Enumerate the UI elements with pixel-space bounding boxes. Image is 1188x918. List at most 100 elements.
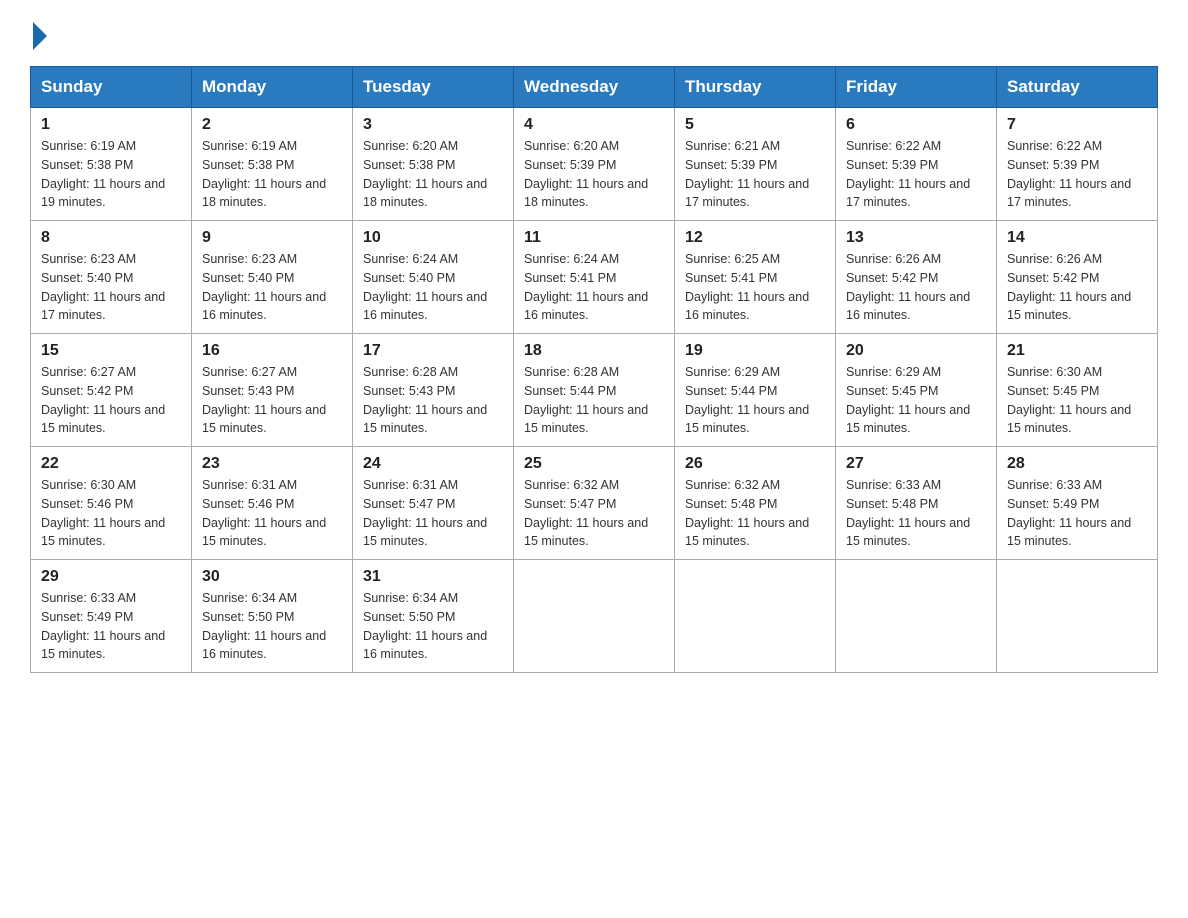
calendar-cell: 9 Sunrise: 6:23 AMSunset: 5:40 PMDaylight… (192, 221, 353, 334)
weekday-header-row: SundayMondayTuesdayWednesdayThursdayFrid… (31, 67, 1158, 108)
day-number: 18 (524, 342, 664, 360)
day-number: 1 (41, 116, 181, 134)
day-info: Sunrise: 6:26 AMSunset: 5:42 PMDaylight:… (846, 250, 986, 325)
logo (30, 20, 51, 48)
weekday-header-thursday: Thursday (675, 67, 836, 108)
calendar-cell: 7 Sunrise: 6:22 AMSunset: 5:39 PMDaylight… (997, 108, 1158, 221)
day-info: Sunrise: 6:20 AMSunset: 5:38 PMDaylight:… (363, 137, 503, 212)
weekday-header-monday: Monday (192, 67, 353, 108)
day-number: 11 (524, 229, 664, 247)
calendar-cell (836, 560, 997, 673)
day-info: Sunrise: 6:19 AMSunset: 5:38 PMDaylight:… (202, 137, 342, 212)
weekday-header-sunday: Sunday (31, 67, 192, 108)
calendar-cell: 6Sunrise: 6:22 AMSunset: 5:39 PMDaylight… (836, 108, 997, 221)
day-info: Sunrise: 6:30 AMSunset: 5:46 PMDaylight:… (41, 476, 181, 551)
day-info: Sunrise: 6:33 AMSunset: 5:49 PMDaylight:… (1007, 476, 1147, 551)
day-info: Sunrise: 6:29 AMSunset: 5:44 PMDaylight:… (685, 363, 825, 438)
calendar-cell (514, 560, 675, 673)
calendar-week-2: 8 Sunrise: 6:23 AMSunset: 5:40 PMDaylight… (31, 221, 1158, 334)
day-info: Sunrise: 6:28 AMSunset: 5:44 PMDaylight:… (524, 363, 664, 438)
day-number: 13 (846, 229, 986, 247)
calendar-cell: 17 Sunrise: 6:28 AMSunset: 5:43 PMDayligh… (353, 334, 514, 447)
day-number: 9 (202, 229, 342, 247)
day-info: Sunrise: 6:33 AMSunset: 5:48 PMDaylight:… (846, 476, 986, 551)
day-number: 4 (524, 116, 664, 134)
calendar-cell: 3 Sunrise: 6:20 AMSunset: 5:38 PMDaylight… (353, 108, 514, 221)
calendar-cell: 1 Sunrise: 6:19 AMSunset: 5:38 PMDaylight… (31, 108, 192, 221)
calendar-cell: 21 Sunrise: 6:30 AMSunset: 5:45 PMDayligh… (997, 334, 1158, 447)
calendar-week-4: 22Sunrise: 6:30 AMSunset: 5:46 PMDayligh… (31, 447, 1158, 560)
weekday-header-wednesday: Wednesday (514, 67, 675, 108)
day-info: Sunrise: 6:29 AMSunset: 5:45 PMDaylight:… (846, 363, 986, 438)
day-info: Sunrise: 6:25 AMSunset: 5:41 PMDaylight:… (685, 250, 825, 325)
day-number: 8 (41, 229, 181, 247)
day-number: 17 (363, 342, 503, 360)
day-number: 2 (202, 116, 342, 134)
calendar-cell: 11 Sunrise: 6:24 AMSunset: 5:41 PMDayligh… (514, 221, 675, 334)
calendar-cell: 4 Sunrise: 6:20 AMSunset: 5:39 PMDaylight… (514, 108, 675, 221)
calendar-cell: 25Sunrise: 6:32 AMSunset: 5:47 PMDayligh… (514, 447, 675, 560)
day-number: 14 (1007, 229, 1147, 247)
calendar-cell (997, 560, 1158, 673)
calendar-week-3: 15 Sunrise: 6:27 AMSunset: 5:42 PMDayligh… (31, 334, 1158, 447)
day-number: 31 (363, 568, 503, 586)
day-number: 12 (685, 229, 825, 247)
day-number: 10 (363, 229, 503, 247)
logo-triangle-icon (33, 22, 47, 50)
day-info: Sunrise: 6:34 AMSunset: 5:50 PMDaylight:… (363, 589, 503, 664)
calendar-cell: 13 Sunrise: 6:26 AMSunset: 5:42 PMDayligh… (836, 221, 997, 334)
day-number: 21 (1007, 342, 1147, 360)
calendar-cell: 20Sunrise: 6:29 AMSunset: 5:45 PMDayligh… (836, 334, 997, 447)
calendar-cell: 26 Sunrise: 6:32 AMSunset: 5:48 PMDayligh… (675, 447, 836, 560)
calendar-cell: 14 Sunrise: 6:26 AMSunset: 5:42 PMDayligh… (997, 221, 1158, 334)
day-number: 5 (685, 116, 825, 134)
day-number: 28 (1007, 455, 1147, 473)
calendar-cell: 29 Sunrise: 6:33 AMSunset: 5:49 PMDayligh… (31, 560, 192, 673)
calendar-cell: 31 Sunrise: 6:34 AMSunset: 5:50 PMDayligh… (353, 560, 514, 673)
day-info: Sunrise: 6:19 AMSunset: 5:38 PMDaylight:… (41, 137, 181, 212)
calendar-cell: 5 Sunrise: 6:21 AMSunset: 5:39 PMDaylight… (675, 108, 836, 221)
day-number: 25 (524, 455, 664, 473)
day-number: 26 (685, 455, 825, 473)
day-number: 29 (41, 568, 181, 586)
calendar-cell (675, 560, 836, 673)
page-header (30, 20, 1158, 48)
day-number: 6 (846, 116, 986, 134)
day-info: Sunrise: 6:27 AMSunset: 5:42 PMDaylight:… (41, 363, 181, 438)
calendar-cell: 18 Sunrise: 6:28 AMSunset: 5:44 PMDayligh… (514, 334, 675, 447)
day-info: Sunrise: 6:26 AMSunset: 5:42 PMDaylight:… (1007, 250, 1147, 325)
day-info: Sunrise: 6:21 AMSunset: 5:39 PMDaylight:… (685, 137, 825, 212)
day-info: Sunrise: 6:20 AMSunset: 5:39 PMDaylight:… (524, 137, 664, 212)
day-info: Sunrise: 6:30 AMSunset: 5:45 PMDaylight:… (1007, 363, 1147, 438)
day-number: 16 (202, 342, 342, 360)
calendar-week-5: 29 Sunrise: 6:33 AMSunset: 5:49 PMDayligh… (31, 560, 1158, 673)
day-info: Sunrise: 6:31 AMSunset: 5:47 PMDaylight:… (363, 476, 503, 551)
day-info: Sunrise: 6:34 AMSunset: 5:50 PMDaylight:… (202, 589, 342, 664)
day-number: 7 (1007, 116, 1147, 134)
day-info: Sunrise: 6:31 AMSunset: 5:46 PMDaylight:… (202, 476, 342, 551)
day-number: 30 (202, 568, 342, 586)
calendar-cell: 30 Sunrise: 6:34 AMSunset: 5:50 PMDayligh… (192, 560, 353, 673)
day-info: Sunrise: 6:22 AMSunset: 5:39 PMDaylight:… (1007, 137, 1147, 212)
weekday-header-saturday: Saturday (997, 67, 1158, 108)
day-info: Sunrise: 6:32 AMSunset: 5:48 PMDaylight:… (685, 476, 825, 551)
day-info: Sunrise: 6:24 AMSunset: 5:41 PMDaylight:… (524, 250, 664, 325)
calendar-cell: 27Sunrise: 6:33 AMSunset: 5:48 PMDayligh… (836, 447, 997, 560)
day-info: Sunrise: 6:24 AMSunset: 5:40 PMDaylight:… (363, 250, 503, 325)
day-number: 24 (363, 455, 503, 473)
calendar-cell: 2 Sunrise: 6:19 AMSunset: 5:38 PMDaylight… (192, 108, 353, 221)
day-info: Sunrise: 6:33 AMSunset: 5:49 PMDaylight:… (41, 589, 181, 664)
calendar-cell: 15 Sunrise: 6:27 AMSunset: 5:42 PMDayligh… (31, 334, 192, 447)
day-info: Sunrise: 6:28 AMSunset: 5:43 PMDaylight:… (363, 363, 503, 438)
day-info: Sunrise: 6:27 AMSunset: 5:43 PMDaylight:… (202, 363, 342, 438)
day-number: 3 (363, 116, 503, 134)
weekday-header-tuesday: Tuesday (353, 67, 514, 108)
calendar-cell: 23Sunrise: 6:31 AMSunset: 5:46 PMDayligh… (192, 447, 353, 560)
calendar-cell: 8Sunrise: 6:23 AMSunset: 5:40 PMDaylight… (31, 221, 192, 334)
calendar-cell: 24 Sunrise: 6:31 AMSunset: 5:47 PMDayligh… (353, 447, 514, 560)
calendar-cell: 22Sunrise: 6:30 AMSunset: 5:46 PMDayligh… (31, 447, 192, 560)
day-info: Sunrise: 6:23 AMSunset: 5:40 PMDaylight:… (202, 250, 342, 325)
calendar-cell: 28 Sunrise: 6:33 AMSunset: 5:49 PMDayligh… (997, 447, 1158, 560)
calendar-table: SundayMondayTuesdayWednesdayThursdayFrid… (30, 66, 1158, 673)
day-number: 15 (41, 342, 181, 360)
